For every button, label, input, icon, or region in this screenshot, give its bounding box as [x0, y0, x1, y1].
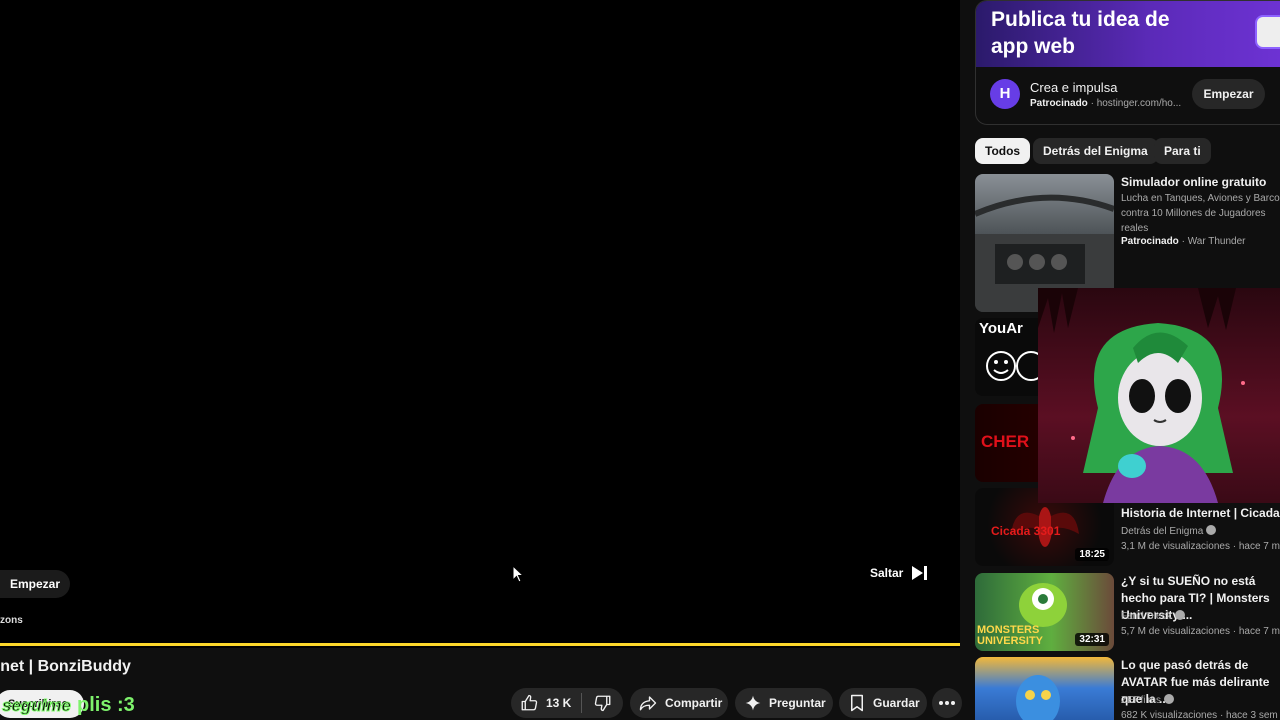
more-horizontal-icon: [939, 701, 955, 705]
ad-cta-button[interactable]: Empezar: [0, 570, 71, 598]
skip-ad-button[interactable]: Saltar: [870, 560, 929, 586]
rec-stats: 5,7 M de visualizaciones · hace 7 m: [1121, 626, 1280, 637]
recommendation-item[interactable]: Simulador online gratuito Lucha en Tanqu…: [975, 174, 1280, 312]
rec-channel[interactable]: ZEPfilms: [1121, 694, 1174, 706]
video-thumbnail[interactable]: [975, 657, 1114, 720]
share-label: Compartir: [665, 696, 723, 710]
ad-headline: Crea e impulsa: [1030, 80, 1118, 95]
rec-advertiser: War Thunder: [1187, 236, 1246, 247]
ad-banner-text: Publica tu idea de app web: [991, 8, 1170, 58]
overlay-follow-text: seguime: [2, 696, 72, 716]
chip-para-ti[interactable]: Para ti: [1154, 138, 1211, 164]
thumbs-up-icon: [521, 694, 538, 711]
chip-detras-del-enigma[interactable]: Detrás del Enigma: [1033, 138, 1158, 164]
mike-wazowski-image: [1019, 583, 1067, 627]
stream-overlay-text: seguime plis :3: [2, 694, 135, 717]
skip-next-icon: [912, 566, 928, 580]
more-actions-button[interactable]: [932, 688, 962, 718]
share-button[interactable]: Compartir: [630, 688, 728, 718]
thumb-text: YouAr: [979, 320, 1023, 337]
chip-todos[interactable]: Todos: [975, 138, 1031, 164]
rec-channel[interactable]: Detrás del Enigma: [1121, 525, 1217, 537]
hostinger-logo: H: [990, 79, 1020, 109]
video-thumbnail[interactable]: MONSTERS UNIVERSITY 32:31: [975, 573, 1114, 651]
streamer-avatar-overlay: [1038, 288, 1280, 503]
rec-sponsor-line: Patrocinado · War Thunder: [1121, 236, 1246, 247]
rec-channel-name: Detrás del Enigma: [1121, 526, 1204, 537]
ad-start-button[interactable]: Empezar: [1192, 79, 1265, 109]
ad-banner[interactable]: Publica tu idea de app web: [976, 1, 1280, 67]
rec-channel[interactable]: Farid Dieck: [1121, 610, 1185, 622]
share-icon: [639, 696, 657, 711]
verified-icon: [1206, 525, 1217, 535]
save-label: Guardar: [873, 696, 920, 710]
overlay-plis-text: plis :3: [76, 694, 135, 716]
sidebar-ad-card[interactable]: Publica tu idea de app web H Crea e impu…: [975, 0, 1280, 125]
smiley-faces-icon: [986, 351, 1045, 381]
dislike-button[interactable]: [582, 694, 623, 712]
avatar-face-image: [1016, 675, 1060, 720]
rec-channel-name: Farid Dieck: [1121, 611, 1172, 622]
rec-title[interactable]: Simulador online gratuito: [1121, 174, 1280, 191]
rec-stats: 3,1 M de visualizaciones · hace 7 m: [1121, 541, 1280, 552]
thumbs-down-icon: [594, 695, 610, 712]
rec-channel-name: ZEPfilms: [1121, 695, 1161, 706]
thumb-text: CHER: [981, 432, 1030, 451]
video-duration: 18:25: [1075, 548, 1109, 561]
ad-domain-label: zons: [0, 615, 23, 626]
video-player[interactable]: Empezar zons Saltar: [0, 0, 960, 648]
ad-domain: hostinger.com/ho...: [1096, 98, 1182, 109]
verified-icon: [1164, 694, 1174, 704]
like-button[interactable]: 13 K: [511, 694, 581, 712]
app-window-icon: [1255, 15, 1280, 49]
rec-description: Lucha en Tanques, Aviones y Barcos contr…: [1121, 193, 1280, 234]
rec-stats: 682 K visualizaciones · hace 3 sem: [1121, 710, 1278, 720]
thumb-text: MONSTERS UNIVERSITY: [977, 624, 1044, 647]
rec-title[interactable]: Historia de Internet | Cicada ...: [1121, 505, 1280, 522]
verified-icon: [1174, 610, 1185, 620]
mouse-cursor-icon: [512, 565, 524, 583]
ad-progress-bar[interactable]: [0, 643, 960, 646]
recommendation-item[interactable]: MONSTERS UNIVERSITY 32:31 ¿Y si tu SUEÑO…: [975, 573, 1280, 651]
save-button[interactable]: Guardar: [839, 688, 927, 718]
video-duration: 32:31: [1075, 633, 1109, 646]
ad-meta: Patrocinado · hostinger.com/ho...: [1030, 98, 1182, 109]
recommendation-item[interactable]: Lo que pasó detrás de AVATAR fue más del…: [975, 657, 1280, 720]
like-count: 13 K: [546, 696, 572, 710]
video-title: rnet | BonziBuddy: [0, 658, 131, 675]
sparkle-icon: [745, 695, 761, 711]
like-dislike-group: 13 K: [511, 688, 623, 718]
vtuber-character-image: [1038, 288, 1245, 503]
bookmark-icon: [851, 694, 863, 712]
ask-label: Preguntar: [769, 696, 826, 710]
thumb-text: Cicada 3301: [991, 524, 1061, 538]
rec-sponsored-label: Patrocinado: [1121, 236, 1179, 247]
skip-label: Saltar: [870, 566, 904, 580]
ad-sponsored-label: Patrocinado: [1030, 98, 1088, 109]
ask-button[interactable]: Preguntar: [735, 688, 833, 718]
